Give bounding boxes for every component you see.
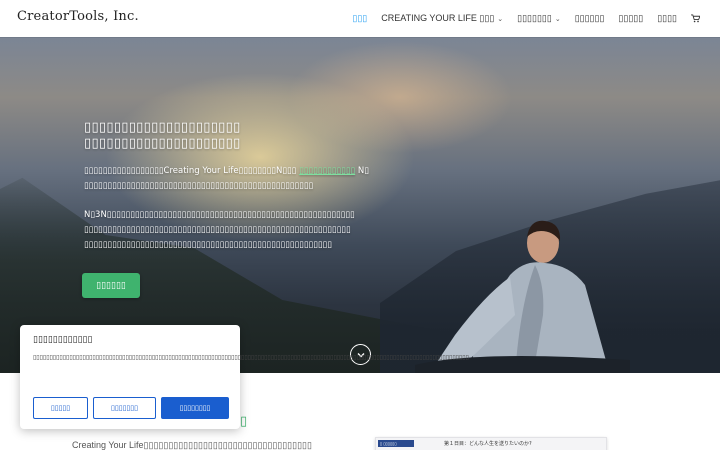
section-decoration: ▯: [240, 414, 248, 429]
cookie-body-text: ▯▯▯▯▯▯▯▯▯▯▯▯▯▯▯▯▯▯▯▯▯▯▯▯▯▯▯▯▯▯▯▯▯▯▯▯▯▯▯▯…: [33, 353, 469, 363]
preview-card: ▯ ▯▯▯▯▯▯ 第１日目：どんな人生を送りたいのか?: [375, 437, 607, 450]
cookie-consent-banner: ▯▯▯▯▯▯▯▯▯▯▯▯ ▯▯▯▯▯▯▯▯▯▯▯▯▯▯▯▯▯▯▯▯▯▯▯▯▯▯▯…: [20, 325, 469, 429]
hero-title-line: ▯▯▯▯▯▯▯▯▯▯▯▯▯▯▯▯▯▯▯▯▯: [84, 120, 241, 135]
chevron-down-icon: ⌄: [554, 15, 561, 23]
hero-paragraph-text: N▯3N▯▯▯▯▯▯▯▯▯▯▯▯▯▯▯▯▯▯▯▯▯▯▯▯▯▯▯▯▯▯▯▯▯▯▯▯…: [84, 210, 355, 220]
hero-paragraph-text: ▯▯▯▯▯▯▯▯▯▯▯▯▯▯▯▯▯▯▯▯▯▯▯▯▯▯▯▯▯▯▯▯▯▯▯▯▯▯▯▯…: [84, 181, 314, 191]
nav-item-4[interactable]: ▯▯▯▯▯▯: [575, 13, 605, 24]
hero-title-line: ▯▯▯▯▯▯▯▯▯▯▯▯▯▯▯▯▯▯▯▯▯: [84, 136, 241, 151]
nav-item-6[interactable]: ▯▯▯▯: [657, 13, 677, 24]
site-logo[interactable]: CreatorTools, Inc.: [17, 9, 139, 24]
hero-paragraph: ▯▯▯▯▯▯▯▯▯▯▯▯▯▯▯▯▯Creating Your Life▯▯▯▯▯…: [84, 164, 404, 194]
shopping-cart-icon[interactable]: [691, 14, 700, 23]
cookie-accept-button[interactable]: ▯▯▯▯▯▯▯▯: [161, 397, 229, 419]
hero-cta-button[interactable]: ▯▯▯▯▯▯: [82, 273, 140, 298]
hero-paragraph-text: ▯▯▯▯▯▯▯▯▯▯▯▯▯▯▯▯▯Creating Your Life▯▯▯▯▯…: [84, 166, 300, 176]
nav-item-creating-your-life[interactable]: CREATING YOUR LIFE ▯▯▯ ⌄: [381, 13, 503, 24]
hero-paragraph: N▯3N▯▯▯▯▯▯▯▯▯▯▯▯▯▯▯▯▯▯▯▯▯▯▯▯▯▯▯▯▯▯▯▯▯▯▯▯…: [84, 208, 404, 253]
cookie-customize-button[interactable]: ▯▯▯▯▯▯▯: [93, 397, 156, 419]
nav-item-label: CREATING YOUR LIFE ▯▯▯: [381, 13, 495, 23]
preview-tag: ▯ ▯▯▯▯▯▯: [378, 440, 414, 447]
hero-paragraph-text: ▯▯▯▯▯▯▯▯▯▯▯▯▯▯▯▯▯▯▯▯▯▯▯▯▯▯▯▯▯▯▯▯▯▯▯▯▯▯▯▯…: [84, 225, 351, 235]
chevron-down-icon: ⌄: [497, 15, 504, 23]
cookie-reject-button[interactable]: ▯▯▯▯▯: [33, 397, 88, 419]
nav-item-label: ▯▯▯: [352, 13, 368, 23]
cookie-button-row: ▯▯▯▯▯ ▯▯▯▯▯▯▯ ▯▯▯▯▯▯▯▯: [33, 397, 234, 419]
hero-title: ▯▯▯▯▯▯▯▯▯▯▯▯▯▯▯▯▯▯▯▯▯ ▯▯▯▯▯▯▯▯▯▯▯▯▯▯▯▯▯▯…: [84, 120, 404, 152]
nav-item-home[interactable]: ▯▯▯: [352, 13, 367, 24]
nav-item-5[interactable]: ▯▯▯▯▯: [618, 13, 643, 24]
nav-item-label: ▯▯▯▯▯▯▯: [517, 13, 552, 23]
nav-item-3[interactable]: ▯▯▯▯▯▯▯ ⌄: [517, 13, 561, 24]
hero-section: ▯▯▯▯▯▯▯▯▯▯▯▯▯▯▯▯▯▯▯▯▯ ▯▯▯▯▯▯▯▯▯▯▯▯▯▯▯▯▯▯…: [0, 37, 720, 373]
hero-paragraph-text: N▯: [355, 166, 369, 176]
nav-item-label: ▯▯▯▯▯▯: [574, 13, 605, 23]
cookie-title: ▯▯▯▯▯▯▯▯▯▯▯▯: [33, 335, 93, 345]
site-header: CreatorTools, Inc. ▯▯▯ CREATING YOUR LIF…: [0, 0, 720, 37]
hero-paragraph-text: ▯▯▯▯▯▯▯▯▯▯▯▯▯▯▯▯▯▯▯▯▯▯▯▯▯▯▯▯▯▯▯▯▯▯▯▯▯▯▯▯…: [84, 240, 332, 250]
nav-item-label: ▯▯▯▯▯: [618, 13, 644, 23]
section-intro-text: Creating Your Life▯▯▯▯▯▯▯▯▯▯▯▯▯▯▯▯▯▯▯▯▯▯…: [72, 440, 312, 450]
hero-paragraph-link[interactable]: ▯▯▯▯▯▯▯▯▯▯▯▯: [299, 166, 355, 176]
hero-text-block: ▯▯▯▯▯▯▯▯▯▯▯▯▯▯▯▯▯▯▯▯▯ ▯▯▯▯▯▯▯▯▯▯▯▯▯▯▯▯▯▯…: [84, 120, 404, 253]
preview-title: 第１日目：どんな人生を送りたいのか?: [444, 441, 532, 447]
nav-item-label: ▯▯▯▯: [657, 13, 677, 23]
main-nav: ▯▯▯ CREATING YOUR LIFE ▯▯▯ ⌄ ▯▯▯▯▯▯▯ ⌄ ▯…: [338, 0, 700, 37]
hero-person-image: [415, 220, 630, 373]
